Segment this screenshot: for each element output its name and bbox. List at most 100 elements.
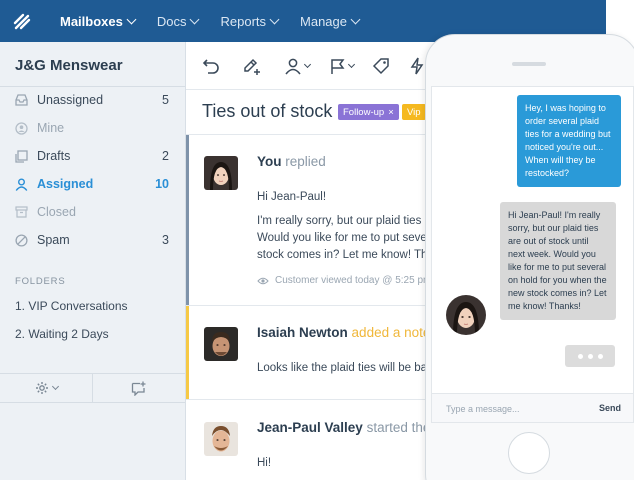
- sidebar-item-assigned[interactable]: Assigned 10: [0, 172, 185, 196]
- typing-dot: [587, 353, 593, 359]
- sidebar-divider: [0, 86, 185, 87]
- sidebar-item-count: 5: [162, 93, 169, 107]
- app-logo-icon[interactable]: [0, 0, 44, 42]
- sidebar-item-label: Drafts: [37, 149, 71, 163]
- tag-label: Follow-up: [343, 106, 385, 118]
- thread-line: Looks like the plaid ties will be back: [257, 362, 439, 374]
- avatar: [204, 156, 238, 190]
- workflow-button[interactable]: [410, 56, 424, 76]
- assign-button[interactable]: [284, 56, 312, 76]
- agent-message: Hi Jean-Paul! I'm really sorry, but our …: [500, 202, 616, 320]
- avatar: [204, 422, 238, 456]
- chevron-down-icon: [303, 60, 312, 69]
- user-icon: [14, 177, 28, 191]
- pen-add-icon: [244, 58, 260, 75]
- tag-icon: [372, 58, 389, 75]
- nav-mailboxes[interactable]: Mailboxes: [60, 13, 137, 29]
- send-button[interactable]: Send: [599, 403, 621, 413]
- tag-remove-icon[interactable]: ×: [388, 107, 394, 118]
- chevron-down-icon: [269, 14, 280, 24]
- thread-author: Jean-Paul Valley: [257, 420, 363, 435]
- agent-avatar: [446, 295, 486, 335]
- nav-reports-label: Reports: [220, 13, 267, 29]
- thread-author: You: [257, 154, 282, 169]
- thread-action: started the: [366, 420, 431, 435]
- custom-folder-waiting[interactable]: 2. Waiting 2 Days: [15, 327, 109, 341]
- eye-icon: [257, 277, 269, 284]
- sidebar-item-mine[interactable]: Mine: [0, 116, 185, 140]
- sidebar: J&G Menswear Unassigned 5 Mine Drafts 2 …: [0, 42, 186, 480]
- sidebar-item-count: 2: [162, 149, 169, 163]
- sidebar-item-label: Closed: [37, 205, 76, 219]
- sidebar-item-count: 3: [162, 233, 169, 247]
- typing-indicator: [565, 345, 615, 367]
- tag-vip[interactable]: Vip: [402, 104, 426, 120]
- message-composer: Type a message... Send: [432, 393, 633, 422]
- custom-folder-vip[interactable]: 1. VIP Conversations: [15, 299, 128, 313]
- typing-dot: [577, 353, 583, 359]
- nav-mailboxes-label: Mailboxes: [60, 13, 123, 29]
- status-button[interactable]: [330, 56, 356, 76]
- tag-follow-up[interactable]: Follow-up ×: [338, 104, 399, 120]
- nav-docs[interactable]: Docs: [156, 13, 200, 29]
- undo-button[interactable]: [202, 56, 220, 76]
- new-chat-icon: [131, 381, 146, 396]
- archive-icon: [14, 205, 28, 219]
- message-input[interactable]: Type a message...: [446, 404, 520, 414]
- nav-reports[interactable]: Reports: [220, 13, 280, 29]
- mailbox-name[interactable]: J&G Menswear: [15, 57, 123, 74]
- home-button[interactable]: [508, 432, 550, 474]
- typing-dot: [597, 353, 603, 359]
- thread-meta: Customer viewed today @ 5:25 pm: [257, 275, 431, 286]
- sidebar-item-spam[interactable]: Spam 3: [0, 228, 185, 252]
- thread-stripe: [186, 135, 189, 305]
- chevron-down-icon: [51, 382, 59, 391]
- drafts-icon: [14, 149, 28, 163]
- inbox-icon: [14, 93, 28, 107]
- lightning-icon: [410, 57, 424, 75]
- customer-message: Hey, I was hoping to order several plaid…: [517, 95, 621, 187]
- avatar: [204, 327, 238, 361]
- user-icon: [285, 58, 301, 74]
- gear-icon: [35, 382, 48, 394]
- flag-icon: [331, 58, 345, 74]
- settings-button[interactable]: [0, 374, 93, 402]
- sidebar-item-closed[interactable]: Closed: [0, 200, 185, 224]
- thread-header: Isaiah Newton added a note: [257, 325, 430, 340]
- sidebar-item-label: Mine: [37, 121, 65, 135]
- thread-greeting: Hi Jean-Paul!: [257, 191, 327, 203]
- chat-screen: Hey, I was hoping to order several plaid…: [431, 86, 634, 423]
- thread-action: replied: [285, 154, 326, 169]
- thread-author: Isaiah Newton: [257, 325, 348, 340]
- thread-header: Jean-Paul Valley started the: [257, 420, 430, 435]
- chevron-down-icon: [350, 14, 361, 24]
- sidebar-item-count: 10: [155, 177, 169, 191]
- phone-speaker: [512, 62, 546, 66]
- nav-manage[interactable]: Manage: [300, 13, 361, 29]
- thread-line: Hi!: [257, 457, 272, 469]
- thread-action: added a note: [351, 325, 431, 340]
- undo-icon: [202, 59, 219, 74]
- thread-stripe: [186, 306, 189, 399]
- tag-label: Vip: [407, 106, 421, 118]
- tag-button[interactable]: [372, 56, 390, 76]
- nav-docs-label: Docs: [156, 13, 187, 29]
- sidebar-footer: [0, 373, 185, 403]
- sidebar-item-unassigned[interactable]: Unassigned 5: [0, 88, 185, 112]
- sidebar-item-drafts[interactable]: Drafts 2: [0, 144, 185, 168]
- sidebar-item-label: Spam: [37, 233, 70, 247]
- sidebar-item-label: Unassigned: [37, 93, 104, 107]
- chevron-down-icon: [347, 60, 356, 69]
- nav-manage-label: Manage: [300, 13, 347, 29]
- new-conversation-button[interactable]: [93, 374, 185, 402]
- viewed-status: Customer viewed today @ 5:25 pm: [275, 275, 432, 286]
- thread-header: You replied: [257, 154, 326, 169]
- thread-line: Would you like for me to put several: [257, 232, 440, 244]
- sidebar-item-label: Assigned: [37, 177, 94, 191]
- chevron-down-icon: [190, 14, 200, 24]
- mine-icon: [14, 121, 28, 135]
- phone-mockup: Hey, I was hoping to order several plaid…: [425, 34, 634, 480]
- thread-line: I'm really sorry, but our plaid ties are: [257, 215, 442, 227]
- spam-icon: [14, 233, 28, 247]
- note-button[interactable]: [242, 56, 262, 76]
